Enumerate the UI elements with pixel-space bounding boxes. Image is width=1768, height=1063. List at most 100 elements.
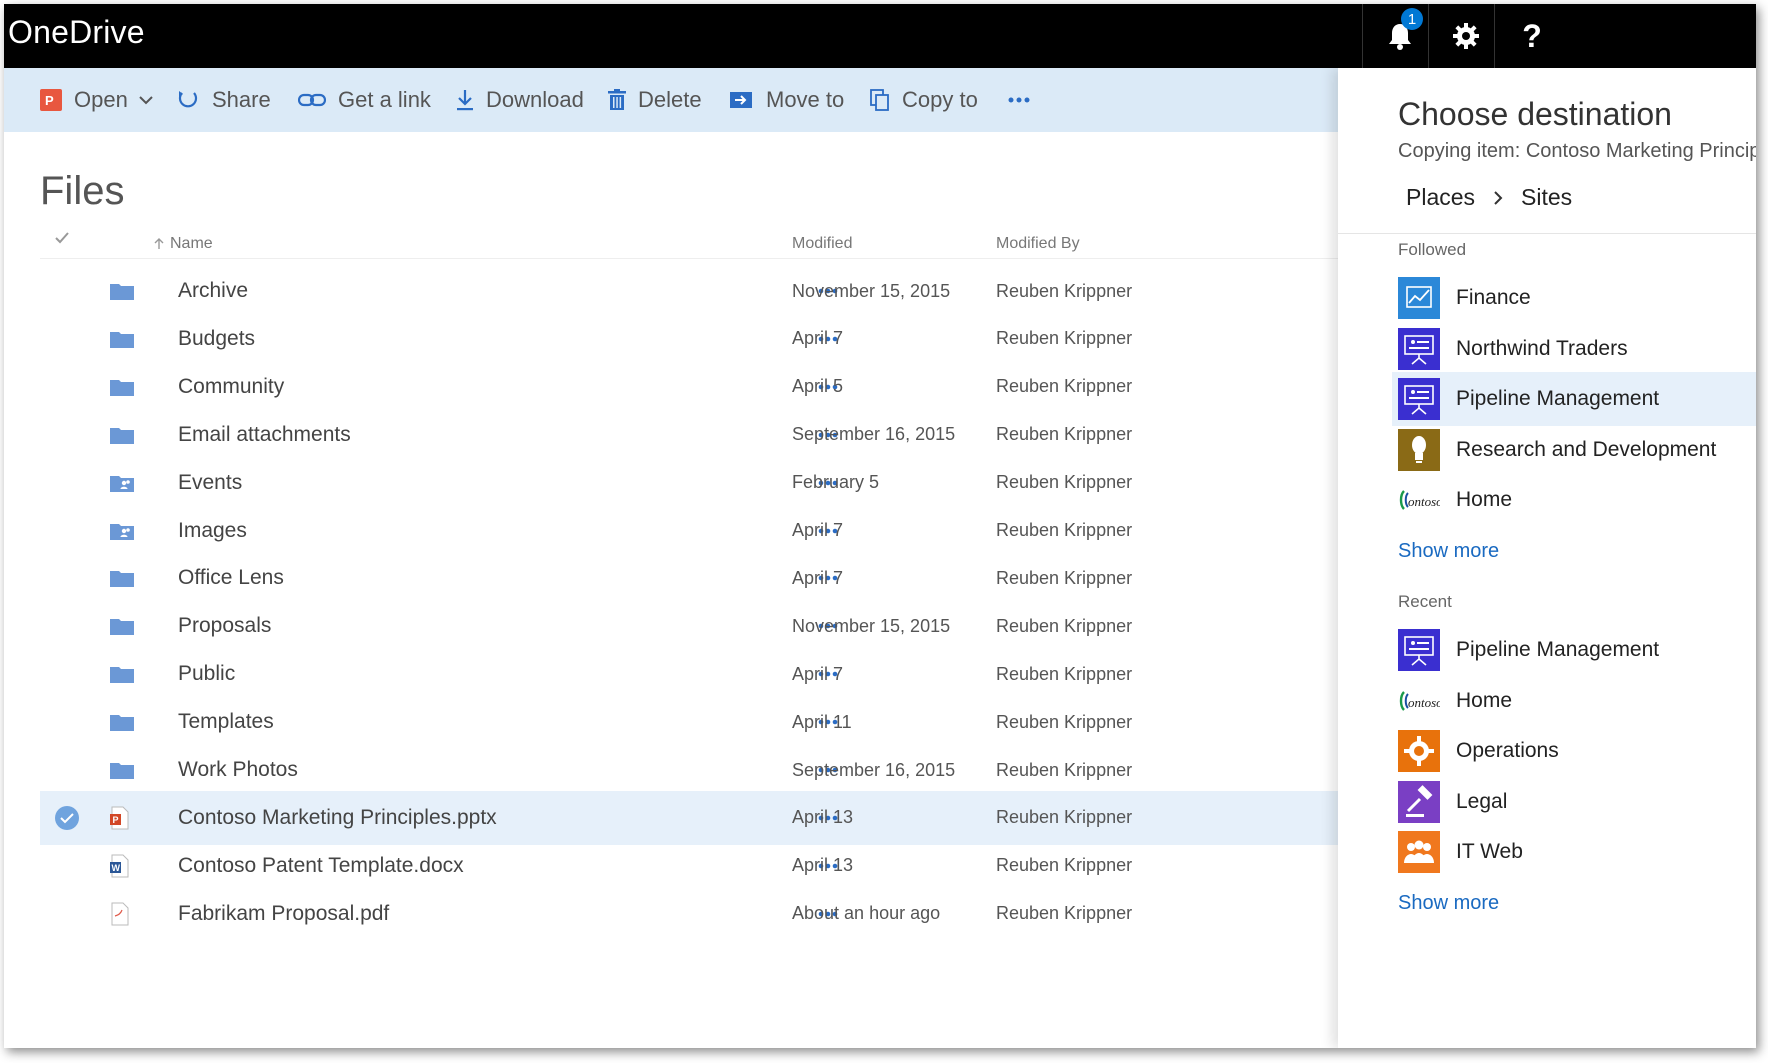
settings-button[interactable]: [1428, 4, 1503, 68]
file-name[interactable]: Office Lens: [178, 551, 284, 605]
pdf-file-icon: [111, 902, 129, 926]
site-item[interactable]: Legal: [1392, 775, 1756, 829]
file-name[interactable]: Contoso Patent Template.docx: [178, 839, 464, 893]
download-button[interactable]: Download: [456, 68, 584, 132]
file-row[interactable]: Archive November 15, 2015 Reuben Krippner: [40, 264, 1338, 318]
file-name[interactable]: Events: [178, 456, 242, 510]
site-icon: [1398, 780, 1440, 823]
gavel-icon: [1398, 780, 1440, 823]
file-modified-by: Reuben Krippner: [996, 759, 1133, 780]
copy-icon: [870, 89, 889, 111]
breadcrumb-places[interactable]: Places: [1406, 184, 1475, 211]
chevron-down-icon: [139, 96, 153, 105]
file-name[interactable]: Work Photos: [178, 743, 298, 797]
delete-button[interactable]: Delete: [608, 68, 702, 132]
shared-folder-icon: [110, 475, 134, 492]
move-to-button[interactable]: Move to: [730, 68, 844, 132]
more-commands-button[interactable]: [1008, 68, 1042, 132]
file-modified: April 7: [792, 520, 844, 540]
notifications-button[interactable]: 1: [1362, 4, 1437, 68]
contoso-logo-icon: ontoso: [1399, 490, 1440, 511]
site-label: Legal: [1456, 789, 1508, 813]
site-label: Home: [1456, 488, 1513, 512]
file-row[interactable]: Events February 5 Reuben Krippner: [40, 456, 1338, 510]
svg-text:ontoso: ontoso: [1408, 494, 1440, 509]
file-row[interactable]: Community April 5 Reuben Krippner: [40, 360, 1338, 414]
site-item[interactable]: Pipeline Management: [1392, 372, 1756, 427]
file-row[interactable]: P Contoso Marketing Principles.pptx April …: [40, 790, 1338, 845]
file-row[interactable]: Proposals November 15, 2015 Reuben Krippne…: [40, 599, 1338, 653]
file-name[interactable]: Public: [178, 647, 235, 701]
file-modified: April 5: [792, 376, 844, 397]
svg-text:P: P: [45, 93, 54, 108]
site-label: Pipeline Management: [1456, 387, 1660, 411]
file-row[interactable]: Office Lens April 7 Reuben Krippner: [40, 551, 1338, 605]
file-name[interactable]: Contoso Marketing Principles.pptx: [178, 791, 497, 845]
help-button[interactable]: ?: [1494, 4, 1569, 68]
file-name[interactable]: Email attachments: [178, 408, 351, 462]
people-icon: [1398, 831, 1440, 874]
file-row[interactable]: W Contoso Patent Template.docx April 13 Reu…: [40, 839, 1338, 893]
site-icon: [1398, 327, 1440, 370]
file-row[interactable]: Budgets April 7 Reuben Krippner: [40, 312, 1338, 366]
panel-title: Choose destination: [1398, 96, 1672, 132]
file-name[interactable]: Archive: [178, 264, 248, 318]
recent-show-more-link[interactable]: Show more: [1398, 892, 1499, 915]
file-row[interactable]: Email attachments September 16, 2015 Reube…: [40, 408, 1338, 462]
app-title[interactable]: OneDrive: [8, 14, 145, 51]
file-modified: November 15, 2015: [792, 615, 951, 636]
file-modified: February 5: [792, 472, 880, 493]
site-label: Northwind Traders: [1456, 336, 1628, 360]
file-modified-by: Reuben Krippner: [996, 472, 1133, 493]
file-name[interactable]: Community: [178, 360, 284, 414]
name-column-header[interactable]: Name: [154, 235, 213, 253]
site-item[interactable]: Finance: [1392, 271, 1756, 325]
site-label: Home: [1456, 688, 1513, 712]
site-item[interactable]: ontoso Home: [1392, 674, 1756, 728]
file-type-icon: [110, 360, 134, 414]
folder-icon: [110, 667, 134, 684]
file-modified-by: Reuben Krippner: [996, 855, 1133, 876]
site-icon: [1398, 629, 1440, 671]
panel-divider: [1338, 233, 1756, 234]
file-name[interactable]: Templates: [178, 695, 274, 749]
file-name[interactable]: Images: [178, 504, 247, 558]
modified-column-header[interactable]: Modified: [792, 235, 852, 253]
file-name[interactable]: Proposals: [178, 599, 271, 653]
folder-icon: [110, 284, 134, 300]
powerpoint-file-icon: P: [110, 806, 129, 830]
file-row[interactable]: Templates April 11 Reuben Krippner: [40, 695, 1338, 749]
page-title: Files: [40, 169, 125, 213]
file-name[interactable]: Fabrikam Proposal.pdf: [178, 887, 389, 941]
file-type-icon: [110, 695, 134, 749]
share-button[interactable]: Share: [176, 68, 271, 132]
copy-to-button[interactable]: Copy to: [870, 68, 978, 132]
followed-show-more-link[interactable]: Show more: [1398, 540, 1499, 563]
get-link-button[interactable]: Get a link: [298, 68, 431, 132]
shared-folder-icon: [110, 523, 134, 540]
file-row[interactable]: Public April 7 Reuben Krippner: [40, 647, 1338, 701]
sort-ascending-icon: [154, 238, 164, 249]
file-row[interactable]: Work Photos September 16, 2015 Reuben Krip…: [40, 743, 1338, 797]
move-icon: [730, 92, 752, 108]
site-item[interactable]: IT Web: [1392, 825, 1756, 879]
folder-icon: [110, 331, 134, 348]
site-item[interactable]: ontoso Home: [1392, 473, 1756, 527]
site-item[interactable]: Pipeline Management: [1392, 623, 1756, 677]
file-row[interactable]: Fabrikam Proposal.pdf About an hour ago Re…: [40, 887, 1338, 941]
site-item[interactable]: Northwind Traders: [1392, 322, 1756, 376]
modified-by-column-header[interactable]: Modified By: [996, 235, 1080, 253]
folder-icon: [110, 427, 134, 444]
select-all-checkbox[interactable]: [54, 231, 70, 245]
file-modified-by: Reuben Krippner: [996, 711, 1133, 732]
open-button[interactable]: P Open: [40, 68, 154, 132]
file-row[interactable]: Images April 7 Reuben Krippner: [40, 504, 1338, 558]
file-name[interactable]: Budgets: [178, 312, 255, 366]
breadcrumb: Places Sites: [1406, 184, 1572, 211]
row-checkbox[interactable]: [54, 791, 80, 845]
file-modified: September 16, 2015: [792, 759, 956, 780]
breadcrumb-sites[interactable]: Sites: [1521, 184, 1572, 211]
site-icon: [1398, 730, 1440, 773]
site-item[interactable]: Operations: [1392, 724, 1756, 778]
site-item[interactable]: Research and Development: [1392, 423, 1756, 477]
